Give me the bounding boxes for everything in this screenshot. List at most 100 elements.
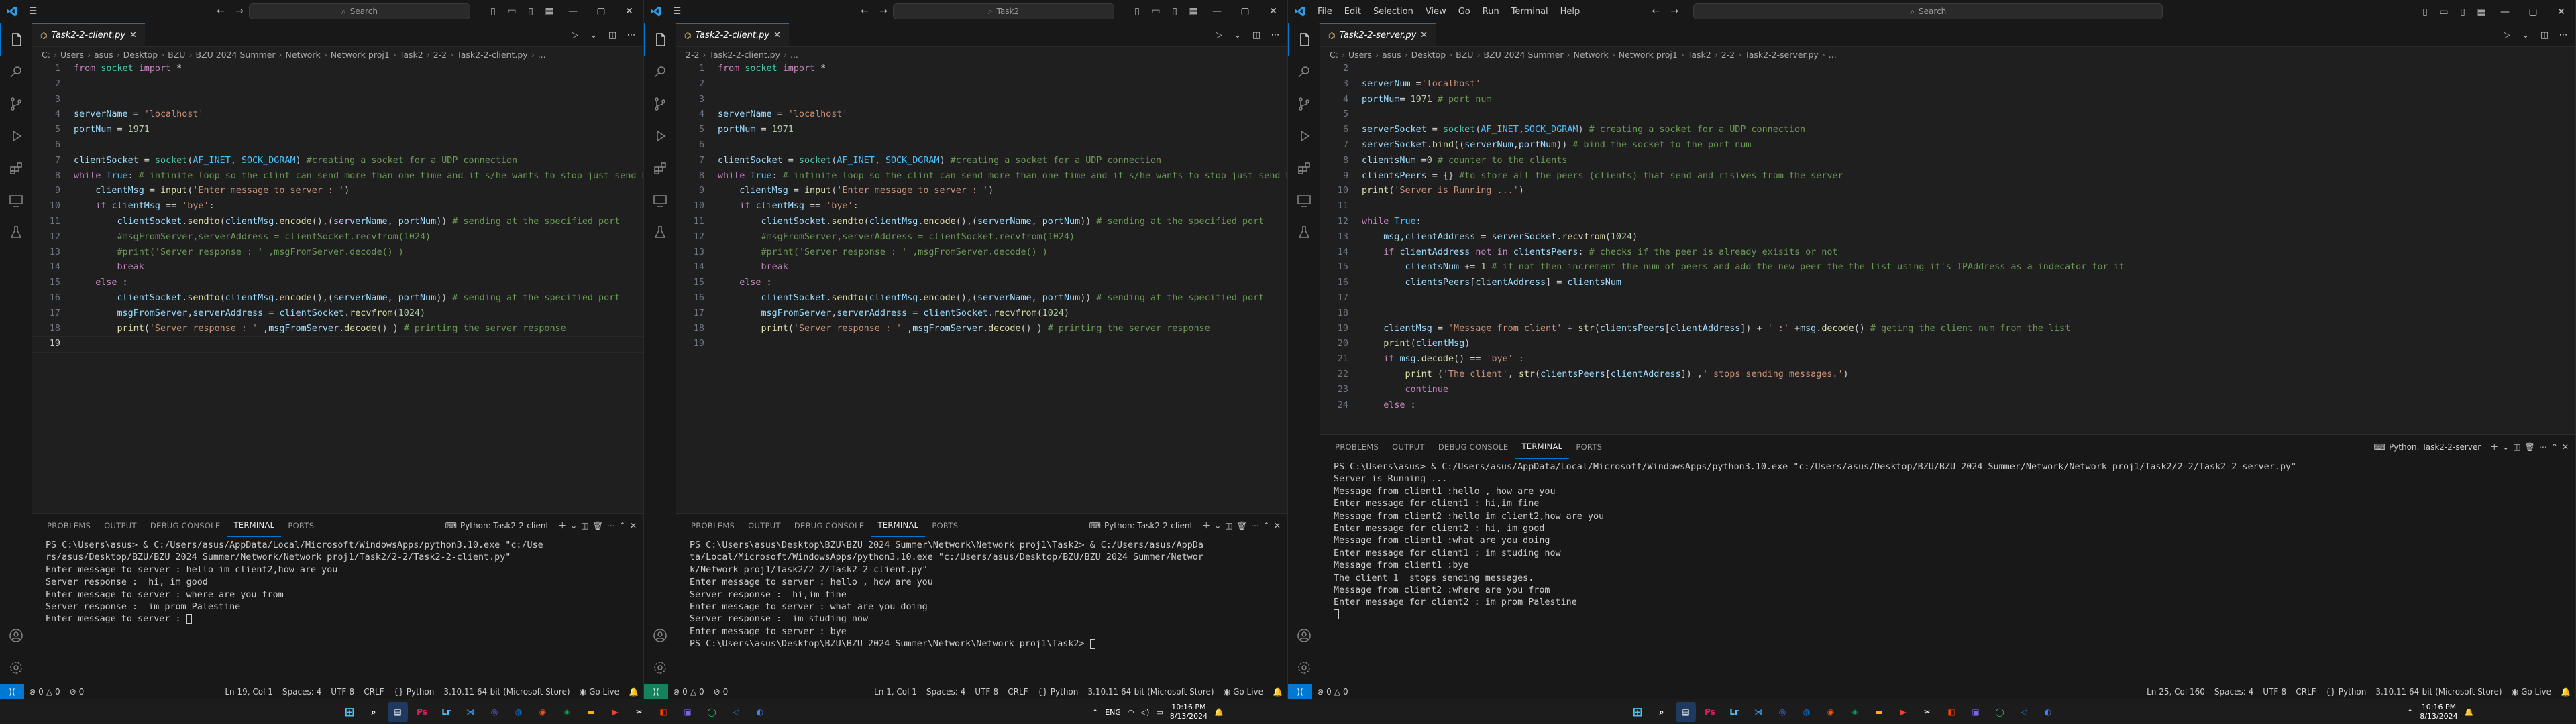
tab-task2-2-server[interactable]: ⌬ Task2-2-server.py ✕: [1320, 23, 1436, 46]
code-line[interactable]: 4 serverName = 'localhost': [32, 107, 643, 123]
media-app-icon[interactable]: ▶: [605, 702, 625, 722]
code-line[interactable]: 13 msg,clientAddress = serverSocket.recv…: [1320, 230, 2575, 245]
remote-indicator-icon[interactable]: ⟩⟨: [1288, 684, 1312, 699]
code-line[interactable]: 15 else :: [32, 276, 643, 291]
cursor-position[interactable]: Ln 1, Col 1: [869, 687, 922, 697]
testing-icon[interactable]: [0, 217, 32, 249]
code-line[interactable]: 15 clientsNum += 1 # if not then increme…: [1320, 260, 2575, 276]
code-line[interactable]: 10 if clientMsg == 'bye':: [676, 199, 1287, 215]
customize-layout-icon[interactable]: ▦: [540, 2, 559, 21]
taskbar-clock[interactable]: 10:16 PM 8/13/2024: [2420, 703, 2457, 721]
vscode-app-icon[interactable]: ⋊: [460, 702, 480, 722]
kill-terminal-icon[interactable]: 🗑: [593, 521, 603, 530]
menu-edit[interactable]: Edit: [1338, 0, 1367, 23]
battery-icon[interactable]: ▭: [1156, 708, 1163, 717]
code-line[interactable]: 7 clientSocket = socket(AF_INET, SOCK_DGR…: [676, 154, 1287, 169]
code-line[interactable]: 20 print(clientMsg): [1320, 337, 2575, 352]
maximize-button[interactable]: ▢: [1231, 0, 1259, 23]
maps-app-icon[interactable]: ◈: [1845, 702, 1865, 722]
code-line[interactable]: 24 else :: [1320, 398, 2575, 414]
code-line[interactable]: 2: [676, 77, 1287, 93]
customize-layout-icon[interactable]: ▦: [2472, 3, 2491, 21]
more-actions-icon[interactable]: ⋯: [1267, 30, 1283, 40]
maximize-panel-icon[interactable]: ⌃: [2551, 442, 2558, 452]
windows-start-icon[interactable]: ⊞: [1627, 702, 1648, 722]
code-line[interactable]: 5 portNum = 1971: [32, 123, 643, 138]
terminal-dropdown-icon[interactable]: ⌄: [2502, 442, 2509, 452]
end-of-line[interactable]: CRLF: [1003, 687, 1032, 697]
code-line[interactable]: 9 clientMsg = input('Enter message to se…: [32, 184, 643, 199]
remote-explorer-icon[interactable]: [1288, 184, 1320, 217]
remote-indicator-icon[interactable]: ⟩⟨: [644, 684, 668, 699]
ports-status[interactable]: ⊘ 0: [709, 687, 733, 697]
capcut-app-icon[interactable]: ✂: [629, 702, 649, 722]
terminal-instance[interactable]: ⌨ Python: Task2-2-client: [445, 521, 549, 530]
code-line[interactable]: 12 #msgFromServer,serverAddress = client…: [676, 230, 1287, 245]
tray-chevron-icon[interactable]: ⌃: [1092, 708, 1098, 717]
taskbar-search-icon[interactable]: ⌕: [1652, 702, 1672, 722]
settings-gear-icon[interactable]: [0, 652, 32, 684]
tray-language[interactable]: ENG: [1105, 708, 1121, 717]
file-explorer-app-icon[interactable]: ▤: [1676, 702, 1696, 722]
close-tab-icon[interactable]: ✕: [773, 30, 781, 40]
close-window-button[interactable]: ✕: [615, 0, 643, 23]
command-center-search[interactable]: ⌕ Search: [1693, 3, 2163, 19]
run-dropdown-icon[interactable]: ⌄: [2518, 30, 2534, 40]
messenger-app-icon[interactable]: ◍: [508, 702, 529, 722]
chrome-app-icon[interactable]: ◉: [533, 702, 553, 722]
code-line[interactable]: 8 while True: # infinite loop so the clin…: [676, 169, 1287, 184]
code-line[interactable]: 3: [676, 93, 1287, 108]
toggle-secondary-sidebar-icon[interactable]: ▯: [2453, 3, 2472, 21]
breadcrumb-item[interactable]: 2-2: [686, 50, 699, 60]
breadcrumb-item[interactable]: Network proj1: [331, 50, 390, 60]
code-line[interactable]: 15 else :: [676, 276, 1287, 291]
breadcrumb-item[interactable]: 2-2: [433, 50, 447, 60]
code-line[interactable]: 12 #msgFromServer,serverAddress = client…: [32, 230, 643, 245]
folder-app-icon[interactable]: ▬: [581, 702, 601, 722]
breadcrumb-item[interactable]: Network: [286, 50, 321, 60]
code-line[interactable]: 19 clientMsg = 'Message from client' + s…: [1320, 322, 2575, 337]
code-line[interactable]: 19: [32, 336, 643, 353]
wifi-icon[interactable]: ◠: [1128, 708, 1134, 717]
language-mode[interactable]: {} Python: [1033, 687, 1083, 697]
panel-tab-ports[interactable]: PORTS: [1569, 435, 1609, 459]
end-of-line[interactable]: CRLF: [359, 687, 388, 697]
notifications-icon[interactable]: 🔔: [2465, 708, 2474, 717]
terminal-output[interactable]: PS C:\Users\asus> & C:/Users/asus/AppDat…: [1320, 459, 2575, 624]
forward-arrow-icon[interactable]: →: [874, 2, 893, 21]
code-line[interactable]: 7 serverSocket.bind((serverNum,portNum)) …: [1320, 138, 2575, 154]
problems-status[interactable]: ⊗ 0 △ 0: [1312, 687, 1353, 697]
breadcrumb-item[interactable]: Users: [1348, 50, 1372, 60]
menu-help[interactable]: Help: [1554, 0, 1587, 23]
close-panel-icon[interactable]: ✕: [1274, 521, 1281, 530]
breadcrumb-item[interactable]: C:: [1330, 50, 1338, 60]
panel-tab-ports[interactable]: PORTS: [281, 514, 321, 537]
minimize-button[interactable]: —: [2491, 0, 2519, 23]
tab-task2-2-client[interactable]: ⌬ Task2-2-client.py ✕: [32, 23, 145, 46]
tray-chevron-icon[interactable]: ⌃: [2407, 708, 2413, 717]
notifications-bell-icon[interactable]: 🔔: [1268, 687, 1287, 697]
problems-status[interactable]: ⊗ 0 △ 0: [668, 687, 709, 697]
maximize-button[interactable]: ▢: [587, 0, 615, 23]
breadcrumb-item[interactable]: Users: [60, 50, 84, 60]
settings-gear-icon[interactable]: [1288, 652, 1320, 684]
extensions-icon[interactable]: [0, 152, 32, 184]
encoding[interactable]: UTF-8: [970, 687, 1003, 697]
more-actions-icon[interactable]: ⋯: [2539, 442, 2547, 452]
breadcrumb-item[interactable]: Task2-2-client.py: [457, 50, 528, 60]
breadcrumb-item[interactable]: Task2-2-client.py: [709, 50, 780, 60]
photoshop-app-icon[interactable]: Ps: [412, 702, 432, 722]
lightroom-app-icon[interactable]: Lr: [1724, 702, 1744, 722]
run-debug-icon[interactable]: [0, 120, 32, 152]
folder-app-icon[interactable]: ▬: [1869, 702, 1889, 722]
new-terminal-icon[interactable]: ＋: [2490, 441, 2498, 452]
minimize-button[interactable]: —: [1203, 0, 1231, 23]
language-mode[interactable]: {} Python: [2321, 687, 2371, 697]
hamburger-menu-icon[interactable]: ☰: [667, 2, 686, 21]
search-icon[interactable]: [1288, 56, 1320, 88]
code-line[interactable]: 3: [32, 93, 643, 108]
code-line[interactable]: 8 while True: # infinite loop so the clin…: [32, 169, 643, 184]
close-window-button[interactable]: ✕: [2547, 0, 2575, 23]
python-interpreter[interactable]: 3.10.11 64-bit (Microsoft Store): [2371, 687, 2506, 697]
whatsapp-app-icon[interactable]: ◯: [702, 702, 722, 722]
